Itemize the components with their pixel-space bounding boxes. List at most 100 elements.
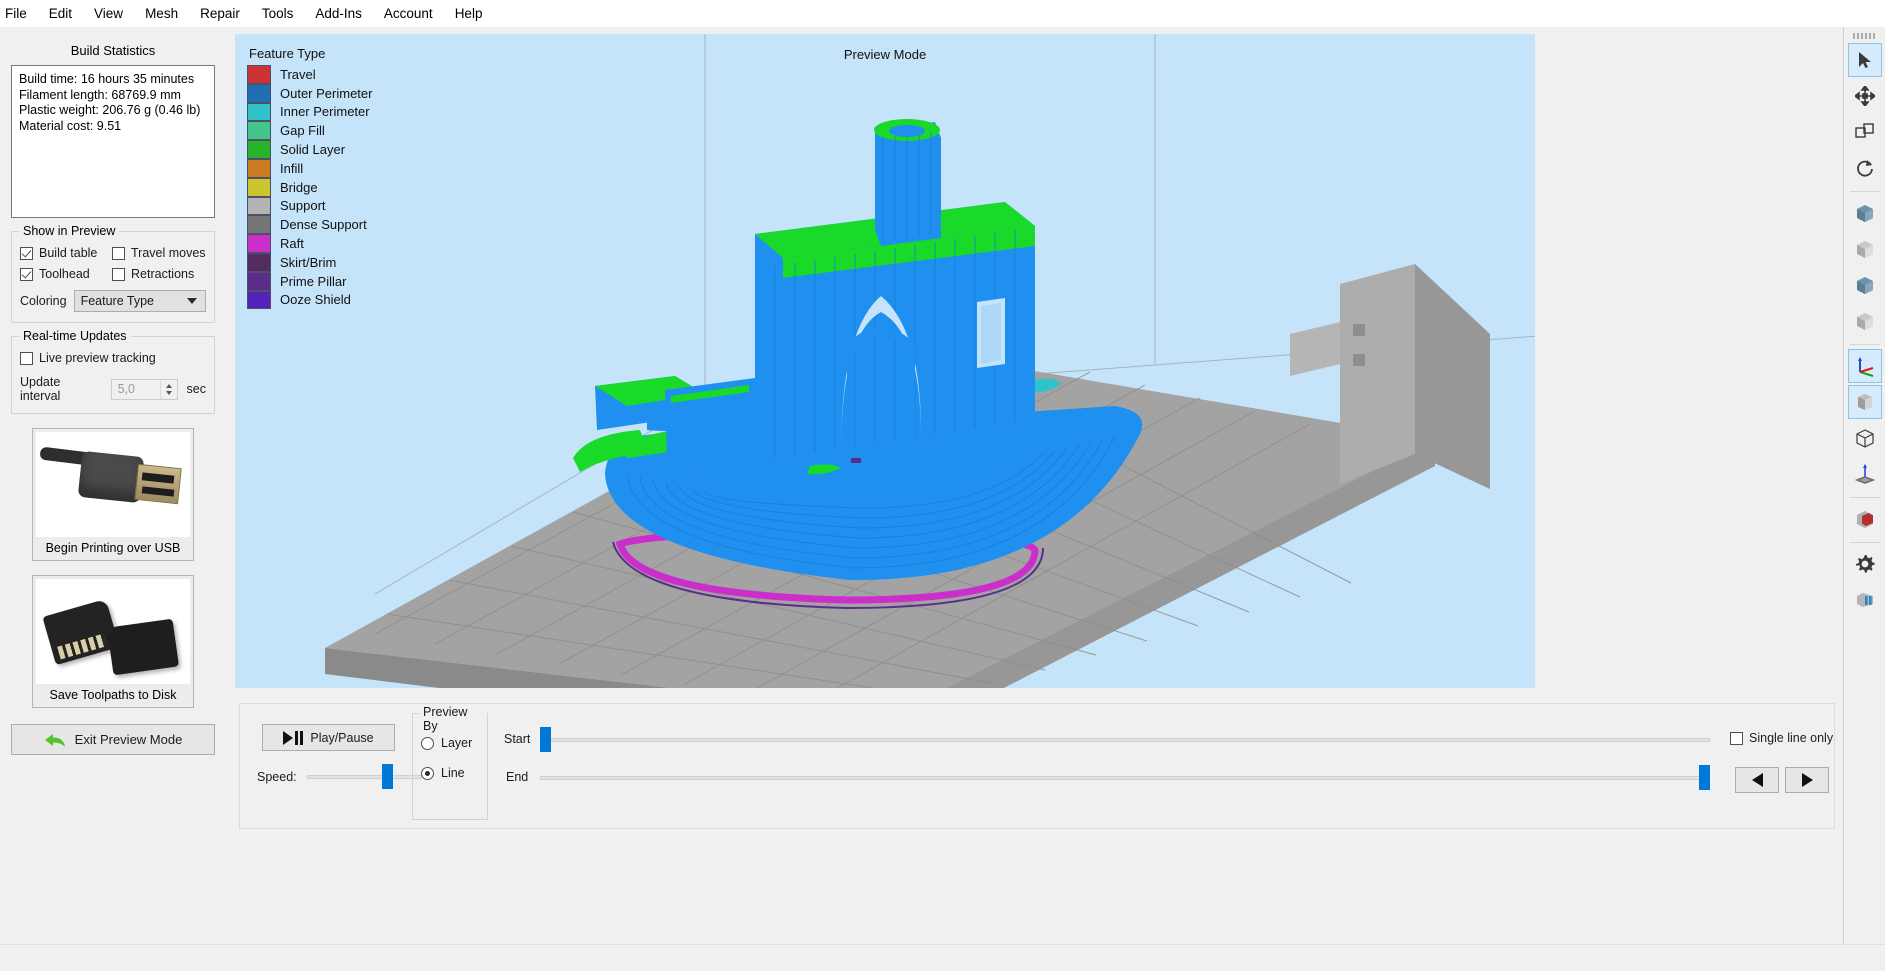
- sd-card-icon: [36, 579, 190, 684]
- checkbox-live-preview-tracking[interactable]: Live preview tracking: [20, 351, 156, 365]
- legend-item: Skirt/Brim: [247, 252, 372, 272]
- step-forward-button[interactable]: [1785, 767, 1829, 793]
- play-pause-button[interactable]: Play/Pause: [262, 724, 395, 751]
- status-strip: [0, 944, 1885, 971]
- scale-icon[interactable]: [1848, 115, 1882, 149]
- save-toolpaths-to-disk-button[interactable]: Save Toolpaths to Disk: [32, 575, 194, 708]
- legend-item: Infill: [247, 158, 372, 178]
- show-in-preview-group: Show in Preview Build table Travel moves…: [11, 224, 215, 323]
- layer-radio-icon: [421, 736, 434, 750]
- menu-edit[interactable]: Edit: [38, 2, 83, 25]
- menu-addins[interactable]: Add-Ins: [304, 2, 373, 25]
- end-slider[interactable]: [540, 765, 1710, 790]
- checkbox-toolhead[interactable]: Toolhead: [20, 267, 112, 281]
- checkbox-build-table[interactable]: Build table: [20, 246, 112, 260]
- 3d-viewport[interactable]: Preview Mode Feature Type Travel Outer P…: [235, 34, 1535, 688]
- view-right-icon[interactable]: [1848, 304, 1882, 338]
- menu-view[interactable]: View: [83, 2, 134, 25]
- start-label: Start: [504, 732, 531, 746]
- build-scene: [325, 34, 1535, 688]
- checkbox-travel-moves[interactable]: Travel moves: [112, 246, 206, 260]
- update-interval-label: Update interval: [20, 375, 61, 403]
- legend-color-swatch: [247, 102, 271, 122]
- stat-build-time: Build time: 16 hours 35 minutes: [19, 72, 195, 86]
- machine-icon[interactable]: [1848, 583, 1882, 617]
- playback-frame: Play/Pause Speed: Preview By Layer Line: [239, 703, 1835, 829]
- right-toolbar: [1843, 27, 1885, 944]
- legend-item: Ooze Shield: [247, 290, 372, 310]
- view-back-icon[interactable]: [1848, 232, 1882, 266]
- legend-color-swatch: [247, 215, 271, 235]
- legend-title: Feature Type: [249, 46, 326, 61]
- stat-material-cost: Material cost: 9.51: [19, 118, 122, 133]
- menu-file[interactable]: File: [0, 2, 38, 25]
- chevron-down-icon: [187, 298, 197, 304]
- toolbar-grip-icon[interactable]: [1852, 33, 1877, 39]
- travel-moves-label: Travel moves: [131, 246, 206, 260]
- legend-item: Travel: [247, 65, 372, 84]
- toolbar-divider-4: [1849, 542, 1880, 543]
- menu-help[interactable]: Help: [444, 2, 494, 25]
- play-pause-label: Play/Pause: [310, 730, 374, 745]
- legend-item: Prime Pillar: [247, 271, 372, 291]
- preview-by-group: Preview By Layer Line: [412, 705, 488, 820]
- build-table-label: Build table: [39, 246, 98, 260]
- legend-item: Inner Perimeter: [247, 102, 372, 122]
- menu-tools[interactable]: Tools: [251, 2, 305, 25]
- bounding-box-icon[interactable]: [1848, 502, 1882, 536]
- view-iso-icon[interactable]: [1847, 385, 1882, 419]
- legend-item: Gap Fill: [247, 121, 372, 141]
- legend-item-label: Travel: [280, 66, 316, 82]
- radio-preview-by-layer[interactable]: Layer: [421, 736, 487, 750]
- exit-preview-mode-button[interactable]: Exit Preview Mode: [11, 724, 215, 755]
- select-cursor-icon[interactable]: [1847, 43, 1882, 77]
- legend-color-swatch: [247, 271, 271, 291]
- back-arrow-icon: [44, 732, 66, 748]
- speed-slider[interactable]: [306, 764, 422, 789]
- line-label: Line: [441, 766, 465, 780]
- coloring-select[interactable]: Feature Type: [73, 290, 206, 312]
- legend-color-swatch: [247, 234, 271, 253]
- speed-slider-thumb[interactable]: [381, 764, 393, 789]
- spinner-arrows-icon[interactable]: [159, 379, 177, 399]
- rotate-icon[interactable]: [1848, 151, 1882, 185]
- menu-account[interactable]: Account: [373, 2, 444, 25]
- start-slider-thumb[interactable]: [540, 727, 551, 752]
- view-front-icon[interactable]: [1848, 196, 1882, 230]
- menu-mesh[interactable]: Mesh: [134, 2, 189, 25]
- legend-color-swatch: [247, 196, 271, 216]
- update-interval-value: 5,0: [117, 382, 135, 396]
- update-interval-unit: sec: [186, 382, 206, 396]
- radio-preview-by-line[interactable]: Line: [421, 766, 487, 780]
- step-back-button[interactable]: [1735, 767, 1779, 793]
- legend-item: Raft: [247, 234, 372, 253]
- legend-item-label: Prime Pillar: [280, 273, 347, 289]
- menu-repair[interactable]: Repair: [189, 2, 251, 25]
- checkbox-retractions[interactable]: Retractions: [112, 267, 194, 281]
- legend-color-swatch: [247, 252, 271, 272]
- start-slider[interactable]: [540, 727, 1710, 752]
- layer-label: Layer: [441, 736, 473, 750]
- end-label: End: [506, 770, 529, 784]
- cross-section-icon[interactable]: [1848, 457, 1882, 491]
- axis-origin-icon[interactable]: [1847, 349, 1882, 383]
- view-left-icon[interactable]: [1848, 268, 1882, 302]
- toolbar-divider-3: [1849, 497, 1880, 498]
- wireframe-icon[interactable]: [1848, 421, 1882, 455]
- left-panel: Build Statistics Build time: 16 hours 35…: [0, 27, 226, 944]
- preview-by-title: Preview By: [419, 705, 487, 733]
- end-slider-thumb[interactable]: [1699, 765, 1710, 790]
- checkbox-single-line-only[interactable]: Single line only: [1730, 731, 1833, 745]
- preview-mode-title: Preview Mode: [843, 47, 927, 62]
- coloring-label: Coloring: [20, 294, 67, 308]
- play-pause-icon: [283, 730, 304, 745]
- settings-gear-icon[interactable]: [1848, 547, 1882, 581]
- legend-color-swatch: [247, 177, 271, 197]
- move-icon[interactable]: [1848, 79, 1882, 113]
- update-interval-stepper[interactable]: 5,0: [110, 378, 178, 400]
- begin-printing-over-usb-button[interactable]: Begin Printing over USB: [32, 428, 194, 561]
- legend-color-swatch: [247, 158, 271, 178]
- realtime-updates-group: Real-time Updates Live preview tracking …: [11, 329, 215, 414]
- legend-color-swatch: [247, 140, 271, 159]
- save-toolpaths-to-disk-label: Save Toolpaths to Disk: [49, 688, 177, 702]
